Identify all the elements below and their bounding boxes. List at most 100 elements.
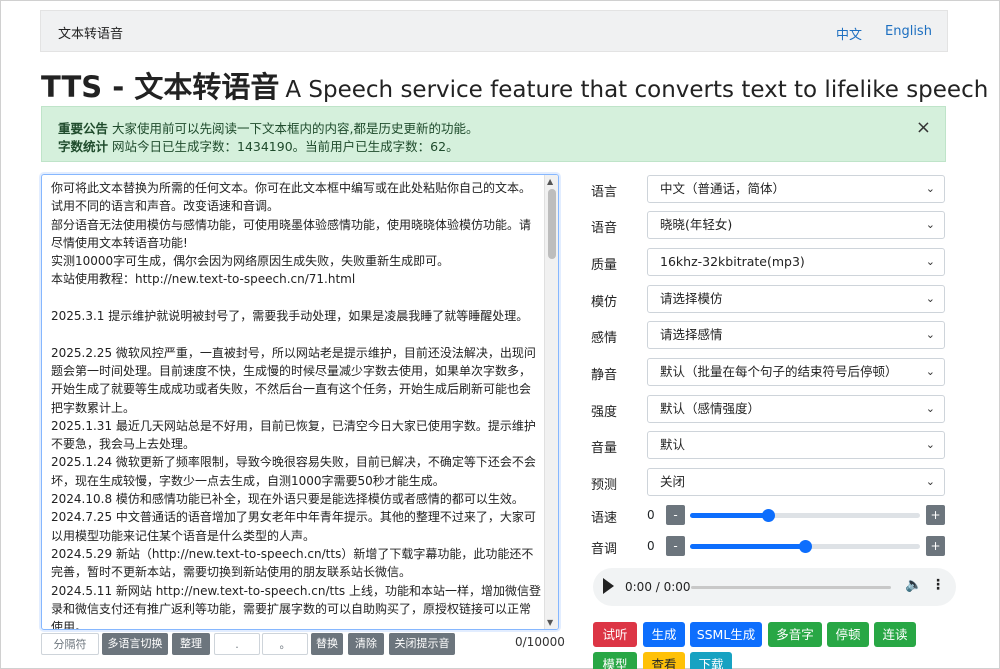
- silence-select[interactable]: 默认（批量在每个句子的结束符号后停顿） ⌄: [647, 358, 945, 386]
- quality-row: 质量 16khz-32kbitrate(mp3) ⌄: [590, 248, 946, 276]
- pitch-row: 音调 0 - +: [590, 536, 946, 558]
- quality-select[interactable]: 16khz-32kbitrate(mp3) ⌄: [647, 248, 945, 276]
- chevron-down-icon: ⌄: [925, 438, 935, 451]
- imitate-row: 模仿 请选择模仿 ⌄: [590, 285, 946, 313]
- view-button[interactable]: 查看: [643, 652, 685, 669]
- chevron-down-icon: ⌄: [925, 255, 935, 268]
- audio-time: 0:00 / 0:00: [625, 580, 691, 594]
- alert-line-announcement: 重要公告 大家使用前可以先阅读一下文本框内的内容,都是历史更新的功能。: [58, 118, 478, 137]
- volume-select[interactable]: 默认 ⌄: [647, 431, 945, 459]
- rate-minus-button[interactable]: -: [666, 505, 685, 525]
- volume-value: 默认: [660, 437, 686, 452]
- pitch-minus-button[interactable]: -: [666, 536, 685, 556]
- text-input-content[interactable]: 你可将此文本替换为所需的任何文本。你可在此文本框中编写或在此处粘贴你自己的文本。…: [51, 179, 541, 629]
- generate-button[interactable]: 生成: [643, 622, 685, 647]
- text-input-area[interactable]: 你可将此文本替换为所需的任何文本。你可在此文本框中编写或在此处粘贴你自己的文本。…: [41, 174, 559, 630]
- separator-input[interactable]: 分隔符: [41, 633, 99, 655]
- alert-line-stats: 字数统计 网站今日已生成字数：1434190。当前用户已生成字数：62。: [58, 136, 459, 155]
- silence-label: 静音: [591, 368, 618, 383]
- pitch-slider-fill: [690, 544, 805, 549]
- multilang-button[interactable]: 多语言切换: [102, 633, 168, 655]
- emotion-label: 感情: [591, 331, 618, 346]
- volume-icon[interactable]: 🔈: [905, 577, 922, 593]
- rate-slider-fill: [690, 513, 769, 518]
- intensity-select[interactable]: 默认（感情强度） ⌄: [647, 395, 945, 423]
- imitate-value: 请选择模仿: [660, 291, 723, 306]
- brand-link[interactable]: 文本转语音: [58, 23, 123, 42]
- download-button[interactable]: 下载: [690, 652, 732, 669]
- pitch-slider[interactable]: [690, 540, 920, 553]
- pitch-value: 0: [647, 539, 655, 553]
- char-count: 0/10000: [515, 635, 565, 649]
- predict-value: 关闭: [660, 474, 686, 489]
- replace-button[interactable]: 替换: [311, 633, 343, 655]
- predict-select[interactable]: 关闭 ⌄: [647, 468, 945, 496]
- silence-row: 静音 默认（批量在每个句子的结束符号后停顿） ⌄: [590, 358, 946, 386]
- rate-slider-thumb[interactable]: [762, 509, 776, 522]
- voice-label: 语音: [591, 221, 618, 236]
- polyphone-button[interactable]: 多音字: [768, 622, 822, 647]
- language-label: 语言: [591, 185, 618, 200]
- voice-row: 语音 晓晓(年轻女) ⌄: [590, 211, 946, 239]
- silence-value: 默认（批量在每个句子的结束符号后停顿）: [660, 364, 898, 379]
- alert-label-stats: 字数统计: [58, 139, 109, 154]
- close-icon[interactable]: ×: [916, 117, 931, 138]
- rate-value: 0: [647, 508, 655, 522]
- close-tip-sound-button[interactable]: 关闭提示音: [389, 633, 455, 655]
- pitch-slider-thumb[interactable]: [799, 540, 812, 553]
- ssml-generate-button[interactable]: SSML生成: [690, 622, 762, 647]
- rate-label: 语速: [591, 511, 618, 526]
- predict-label: 预测: [591, 478, 618, 493]
- emotion-select[interactable]: 请选择感情 ⌄: [647, 321, 945, 349]
- voice-value: 晓晓(年轻女): [660, 217, 733, 232]
- rate-slider[interactable]: [690, 509, 920, 522]
- pitch-label: 音调: [591, 542, 618, 557]
- imitate-select[interactable]: 请选择模仿 ⌄: [647, 285, 945, 313]
- chevron-down-icon: ⌄: [925, 475, 935, 488]
- pause-button[interactable]: 停顿: [827, 622, 869, 647]
- rate-plus-button[interactable]: +: [926, 505, 945, 525]
- emotion-value: 请选择感情: [660, 327, 723, 342]
- scroll-up-icon[interactable]: ▲: [547, 177, 553, 186]
- clear-button[interactable]: 清除: [348, 633, 384, 655]
- play-icon[interactable]: [603, 578, 614, 594]
- alert-text-announcement: 大家使用前可以先阅读一下文本框内的内容,都是历史更新的功能。: [112, 121, 479, 136]
- scroll-down-icon[interactable]: ▼: [547, 618, 553, 627]
- liaison-button[interactable]: 连读: [874, 622, 916, 647]
- more-options-icon[interactable]: ⋮: [931, 577, 945, 593]
- audio-progress-bar[interactable]: [691, 586, 891, 589]
- volume-row: 音量 默认 ⌄: [590, 431, 946, 459]
- emotion-row: 感情 请选择感情 ⌄: [590, 321, 946, 349]
- quality-label: 质量: [591, 258, 618, 273]
- intensity-label: 强度: [591, 405, 618, 420]
- textarea-scrollbar[interactable]: ▲ ▼: [544, 175, 558, 629]
- intensity-value: 默认（感情强度）: [660, 401, 761, 416]
- nav-lang-zh[interactable]: 中文: [836, 24, 862, 43]
- volume-label: 音量: [591, 441, 618, 456]
- intensity-row: 强度 默认（感情强度） ⌄: [590, 395, 946, 423]
- rate-row: 语速 0 - +: [590, 505, 946, 527]
- voice-select[interactable]: 晓晓(年轻女) ⌄: [647, 211, 945, 239]
- navbar: 文本转语音 中文 English: [40, 10, 948, 52]
- chevron-down-icon: ⌄: [925, 365, 935, 378]
- chevron-down-icon: ⌄: [925, 292, 935, 305]
- quality-value: 16khz-32kbitrate(mp3): [660, 254, 805, 269]
- notice-alert: 重要公告 大家使用前可以先阅读一下文本框内的内容,都是历史更新的功能。 字数统计…: [41, 106, 946, 162]
- try-listen-button[interactable]: 试听: [593, 622, 637, 647]
- alert-label-announcement: 重要公告: [58, 121, 109, 136]
- pitch-plus-button[interactable]: +: [926, 536, 945, 556]
- chevron-down-icon: ⌄: [925, 402, 935, 415]
- nav-lang-en[interactable]: English: [885, 24, 932, 39]
- page-title-sub: A Speech service feature that converts t…: [285, 77, 989, 103]
- audio-player: 0:00 / 0:00 🔈 ⋮: [593, 568, 956, 606]
- tidy-button[interactable]: 整理: [172, 633, 210, 655]
- find-input[interactable]: .: [214, 633, 260, 655]
- language-select[interactable]: 中文（普通话，简体） ⌄: [647, 175, 945, 203]
- page-title-main: TTS - 文本转语音: [41, 70, 280, 104]
- language-value: 中文（普通话，简体）: [660, 181, 786, 196]
- chevron-down-icon: ⌄: [925, 218, 935, 231]
- replace-input[interactable]: 。: [262, 633, 308, 655]
- model-button[interactable]: 模型: [593, 652, 637, 669]
- scroll-thumb[interactable]: [548, 189, 556, 259]
- imitate-label: 模仿: [591, 295, 618, 310]
